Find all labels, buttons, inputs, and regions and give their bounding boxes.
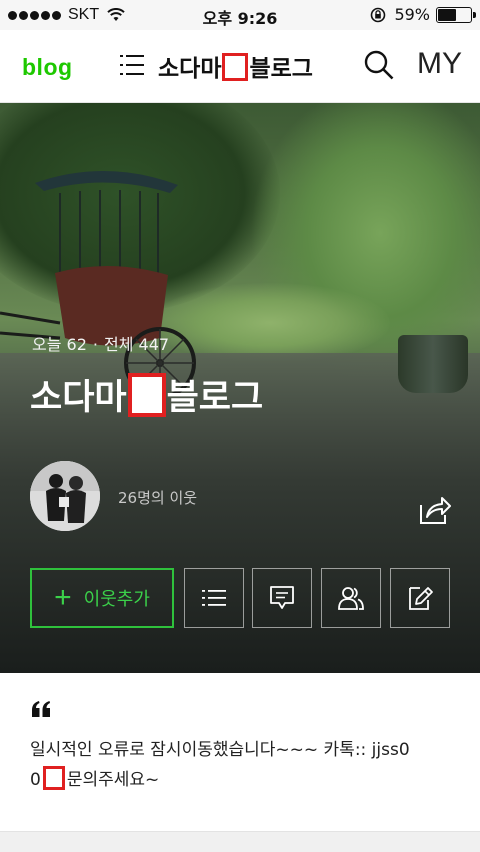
redaction-box <box>42 766 65 790</box>
cover-title-prefix: 소다마 <box>30 378 127 418</box>
cover-rickshaw-illustration <box>0 170 196 393</box>
intro-text: 일시적인 오류로 잠시이동했습니다~~~ 카톡:: jjss0 0 문의주세요~ <box>30 735 460 795</box>
list-icon <box>202 590 226 606</box>
blog-cover: 오늘 62 · 전체 447 소다마 블로그 26명의 이웃 + 이웃추가 <box>0 103 480 673</box>
rotation-lock-icon <box>371 7 386 22</box>
bottom-divider <box>0 831 480 852</box>
redaction-box <box>222 53 249 81</box>
today-visits: 오늘 62 <box>32 335 87 354</box>
blog-intro: 일시적인 오류로 잠시이동했습니다~~~ 카톡:: jjss0 0 문의주세요~ <box>0 673 480 831</box>
avatar-photo <box>30 461 100 531</box>
cover-background-pot <box>398 335 468 393</box>
app-header: blog 소다마 블로그 MY <box>0 30 480 103</box>
plus-icon: + <box>54 581 72 614</box>
blog-logo[interactable]: blog <box>22 54 73 81</box>
my-button[interactable]: MY <box>417 47 462 81</box>
cover-title-suffix: 블로그 <box>166 378 264 418</box>
battery-percent: 59% <box>394 5 430 24</box>
menu-icon[interactable] <box>120 52 144 78</box>
search-icon[interactable] <box>364 50 394 80</box>
quote-icon <box>32 701 50 717</box>
share-icon[interactable] <box>418 495 452 525</box>
battery-icon <box>436 6 476 23</box>
header-blog-title[interactable]: 소다마 블로그 <box>158 49 313 83</box>
neighbor-count[interactable]: 26명의 이웃 <box>118 487 197 508</box>
neighbors-icon <box>338 587 364 610</box>
write-button[interactable] <box>390 568 450 628</box>
guestbook-button[interactable] <box>252 568 312 628</box>
intro-line-2-prefix: 0 <box>30 770 41 790</box>
add-neighbor-button[interactable]: + 이웃추가 <box>30 568 174 628</box>
total-visits: 전체 447 <box>103 335 170 354</box>
add-neighbor-label: 이웃추가 <box>83 589 150 610</box>
visitor-stats: 오늘 62 · 전체 447 <box>32 331 169 355</box>
cover-blog-title: 소다마 블로그 <box>30 369 263 420</box>
intro-line-1: 일시적인 오류로 잠시이동했습니다~~~ 카톡:: jjss0 <box>30 740 410 760</box>
redaction-box <box>127 373 166 417</box>
write-icon <box>409 587 433 610</box>
status-bar: SKT 오후 9:26 59% <box>0 0 480 30</box>
neighbors-button[interactable] <box>321 568 381 628</box>
avatar[interactable] <box>30 461 100 531</box>
header-title-prefix: 소다마 <box>158 56 222 82</box>
intro-line-2-suffix: 문의주세요~ <box>66 770 160 790</box>
header-title-suffix: 블로그 <box>249 56 313 82</box>
intro-line-2: 0 문의주세요~ <box>30 765 460 795</box>
post-list-button[interactable] <box>184 568 244 628</box>
stats-separator: · <box>92 335 98 354</box>
comment-icon <box>270 586 294 609</box>
